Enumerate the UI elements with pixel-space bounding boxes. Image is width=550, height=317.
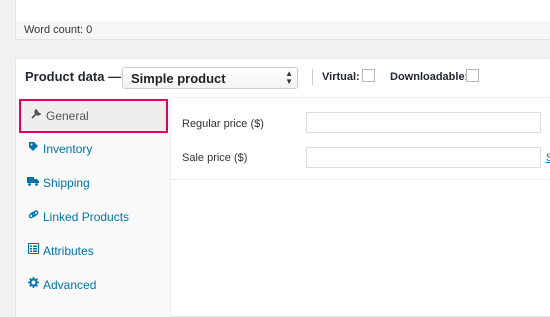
wrench-icon	[30, 99, 42, 133]
tab-label: Linked Products	[43, 210, 130, 224]
word-count: Word count: 0	[15, 21, 550, 40]
tab-label: Inventory	[43, 142, 93, 156]
product-type-select[interactable]: Simple product ▲ ▼	[122, 67, 298, 89]
tab-label: Advanced	[43, 278, 97, 292]
content-divider	[171, 179, 550, 180]
tab-general[interactable]: General	[19, 99, 168, 133]
list-icon	[27, 234, 39, 268]
regular-price-input[interactable]	[306, 112, 541, 133]
tab-shipping[interactable]: Shipping	[16, 166, 170, 200]
product-data-panel: Product data — Simple product ▲ ▼ Virtual…	[15, 58, 550, 317]
product-type-selected: Simple product	[131, 71, 226, 86]
product-data-tabs: General Inventory Shipping Linked Produc…	[16, 97, 171, 317]
tab-inventory[interactable]: Inventory	[16, 132, 170, 166]
tab-attributes[interactable]: Attributes	[16, 234, 170, 268]
sale-price-label: Sale price ($)	[182, 152, 248, 164]
tab-linked-products[interactable]: Linked Products	[16, 200, 170, 234]
gear-icon	[27, 268, 39, 302]
truck-icon	[27, 166, 39, 200]
tab-label: General	[46, 109, 89, 123]
tag-icon	[27, 132, 39, 166]
virtual-label: Virtual:	[322, 71, 360, 83]
regular-price-label: Regular price ($)	[182, 118, 264, 130]
tab-label: Attributes	[43, 244, 94, 258]
downloadable-checkbox[interactable]	[466, 69, 479, 82]
product-data-header: Product data — Simple product ▲ ▼ Virtual…	[16, 59, 550, 98]
link-icon	[27, 200, 39, 234]
downloadable-label: Downloadable:	[390, 71, 469, 83]
editor-content-area[interactable]	[15, 0, 550, 22]
schedule-link[interactable]: S	[546, 152, 550, 164]
header-divider	[312, 69, 313, 85]
sale-price-input[interactable]	[306, 147, 541, 168]
tab-label: Shipping	[43, 176, 90, 190]
tab-advanced[interactable]: Advanced	[16, 268, 170, 302]
product-data-title: Product data —	[25, 69, 122, 84]
virtual-checkbox[interactable]	[362, 69, 375, 82]
select-arrows-icon: ▲ ▼	[285, 69, 293, 86]
